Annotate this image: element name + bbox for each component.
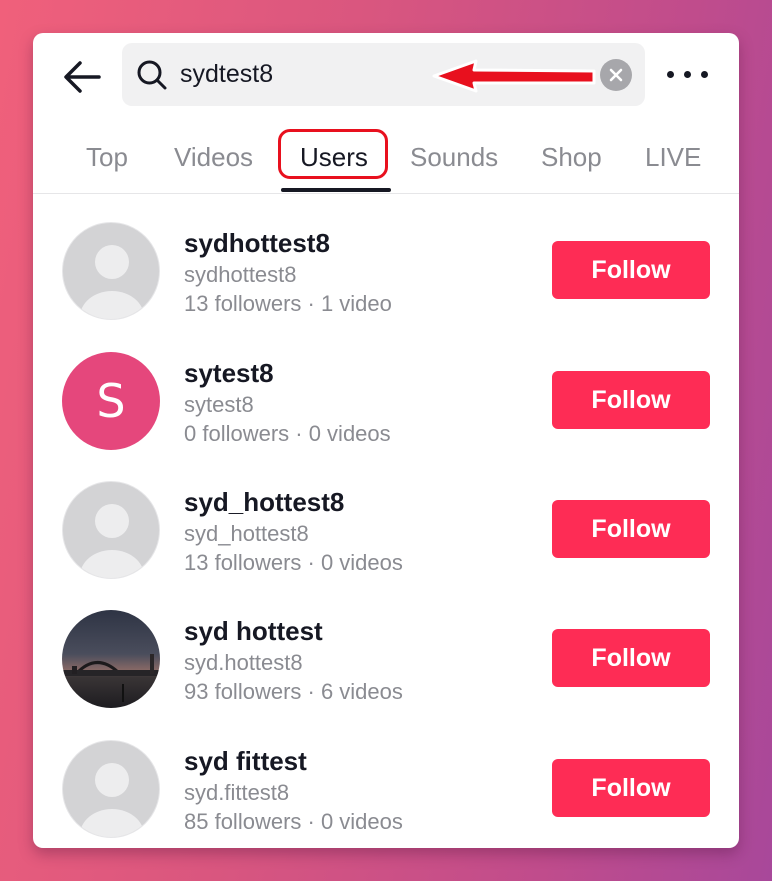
search-icon bbox=[137, 60, 167, 90]
search-input[interactable] bbox=[180, 56, 560, 92]
default-avatar-icon bbox=[80, 763, 144, 837]
clear-search-button[interactable] bbox=[600, 59, 632, 91]
follow-button[interactable]: Follow bbox=[552, 371, 710, 429]
follow-button[interactable]: Follow bbox=[552, 629, 710, 687]
follow-button[interactable]: Follow bbox=[552, 241, 710, 299]
follow-button[interactable]: Follow bbox=[552, 759, 710, 817]
tab-sounds[interactable]: Sounds bbox=[410, 142, 498, 173]
default-avatar-icon bbox=[80, 245, 144, 319]
active-tab-indicator bbox=[281, 188, 391, 192]
user-handle: syd.fittest8 bbox=[184, 780, 290, 805]
user-display-name: syd hottest bbox=[184, 616, 323, 646]
arrow-left-icon bbox=[64, 61, 101, 93]
user-handle: syd_hottest8 bbox=[184, 521, 309, 546]
user-display-name: syd fittest bbox=[184, 746, 307, 776]
avatar bbox=[62, 740, 160, 838]
harbour-bridge-photo bbox=[62, 610, 160, 708]
user-handle: sydhottest8 bbox=[184, 262, 297, 287]
user-stats: 0 followers · 0 videos bbox=[184, 421, 391, 446]
avatar: S bbox=[62, 352, 160, 450]
user-list-item[interactable]: syd hottest syd.hottest8 93 followers · … bbox=[33, 610, 739, 740]
user-stats: 85 followers · 0 videos bbox=[184, 809, 403, 834]
search-tabs: Top Videos Users Sounds Shop LIVE bbox=[33, 129, 739, 194]
tab-shop[interactable]: Shop bbox=[541, 142, 602, 173]
search-bar bbox=[122, 43, 645, 106]
user-stats: 93 followers · 6 videos bbox=[184, 679, 403, 704]
user-display-name: sytest8 bbox=[184, 358, 274, 388]
avatar bbox=[62, 222, 160, 320]
user-list-item[interactable]: syd_hottest8 syd_hottest8 13 followers ·… bbox=[33, 481, 739, 611]
tab-users[interactable]: Users bbox=[300, 142, 368, 173]
clear-x-icon bbox=[609, 68, 623, 82]
tab-live[interactable]: LIVE bbox=[645, 142, 701, 173]
user-list-item[interactable]: sydhottest8 sydhottest8 13 followers · 1… bbox=[33, 222, 739, 352]
user-list-item[interactable]: syd fittest syd.fittest8 85 followers · … bbox=[33, 740, 739, 848]
user-display-name: sydhottest8 bbox=[184, 228, 330, 258]
more-horizontal-icon bbox=[701, 71, 708, 78]
avatar-letter: S bbox=[96, 374, 126, 428]
tab-videos[interactable]: Videos bbox=[174, 142, 253, 173]
more-horizontal-icon bbox=[684, 71, 691, 78]
user-handle: syd.hottest8 bbox=[184, 650, 303, 675]
more-horizontal-icon bbox=[667, 71, 674, 78]
follow-button[interactable]: Follow bbox=[552, 500, 710, 558]
avatar bbox=[62, 481, 160, 579]
user-stats: 13 followers · 1 video bbox=[184, 291, 392, 316]
avatar bbox=[62, 610, 160, 708]
tab-top[interactable]: Top bbox=[86, 142, 128, 173]
back-button[interactable] bbox=[61, 55, 105, 99]
user-handle: sytest8 bbox=[184, 392, 254, 417]
user-list-item[interactable]: S sytest8 sytest8 0 followers · 0 videos… bbox=[33, 352, 739, 482]
more-options-button[interactable] bbox=[665, 63, 711, 87]
user-stats: 13 followers · 0 videos bbox=[184, 550, 403, 575]
user-display-name: syd_hottest8 bbox=[184, 487, 345, 517]
search-results-panel: Top Videos Users Sounds Shop LIVE sydhot… bbox=[33, 33, 739, 848]
default-avatar-icon bbox=[80, 504, 144, 578]
